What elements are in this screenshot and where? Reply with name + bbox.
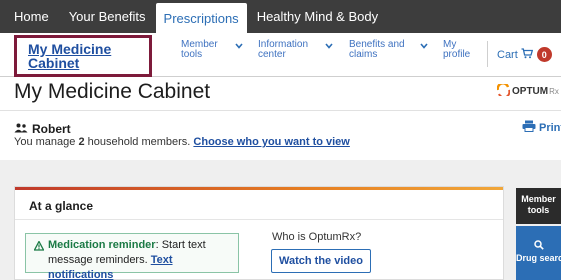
logo-text: OPTUM <box>512 86 549 97</box>
print-button[interactable]: Print <box>522 120 561 135</box>
tab-home[interactable]: Home <box>0 0 59 33</box>
page-title: My Medicine Cabinet <box>14 80 211 103</box>
member-tools-button[interactable]: Member tools <box>516 188 561 224</box>
sub-navigation: My Medicine Cabinet Member tools Informa… <box>0 33 561 77</box>
optum-logo-icon <box>496 82 511 99</box>
household-users-icon <box>14 122 32 136</box>
title-divider <box>0 110 561 111</box>
subnav-benefits-and-claims[interactable]: Benefits and claims <box>349 40 411 60</box>
who-is-optumrx-text: Who is OptumRx? <box>272 231 362 243</box>
card-accent-bar <box>15 187 503 190</box>
tab-healthy-mind-body[interactable]: Healthy Mind & Body <box>247 0 388 33</box>
my-medicine-cabinet-link[interactable]: My Medicine Cabinet <box>28 42 149 70</box>
subnav-my-profile[interactable]: My profile <box>443 40 477 60</box>
chevron-down-icon[interactable] <box>325 43 333 51</box>
drug-search-button[interactable]: Drug search <box>516 226 561 280</box>
household-text-suffix: household members. <box>84 136 194 148</box>
top-navigation: Home Your Benefits Prescriptions Healthy… <box>0 0 561 33</box>
watch-video-button[interactable]: Watch the video <box>271 249 371 273</box>
household-summary: You manage 2 household members. Choose w… <box>14 136 350 148</box>
search-icon <box>516 240 561 250</box>
optumrx-logo: OPTUM Rx <box>496 82 559 99</box>
bell-warning-icon <box>33 240 45 256</box>
my-medicine-cabinet-highlight: My Medicine Cabinet <box>14 35 152 77</box>
drug-search-label: Drug search <box>516 253 561 263</box>
card-divider <box>15 219 503 220</box>
print-label: Print <box>539 121 561 134</box>
user-name: Robert <box>32 122 71 136</box>
subnav-member-tools[interactable]: Member tools <box>181 40 233 60</box>
at-a-glance-title: At a glance <box>29 199 94 213</box>
medication-reminder-panel: Medication reminder: Start text message … <box>25 233 239 280</box>
printer-icon <box>522 120 539 135</box>
subnav-information-center[interactable]: Information center <box>258 40 320 60</box>
user-row: Robert <box>14 122 71 136</box>
household-text-prefix: You manage <box>14 136 79 148</box>
logo-suffix: Rx <box>549 87 559 96</box>
reminder-body: Medication reminder: Start text message … <box>36 238 232 280</box>
cart-count-badge: 0 <box>536 47 552 62</box>
subnav-divider <box>487 41 488 67</box>
chevron-down-icon[interactable] <box>235 43 243 51</box>
cart-button[interactable]: Cart 0 <box>497 47 552 62</box>
choose-member-link[interactable]: Choose who you want to view <box>193 136 349 148</box>
chevron-down-icon[interactable] <box>420 43 428 51</box>
reminder-lead: Medication reminder <box>48 239 156 251</box>
cart-label: Cart <box>497 48 518 61</box>
tab-your-benefits[interactable]: Your Benefits <box>59 0 156 33</box>
tab-prescriptions[interactable]: Prescriptions <box>155 3 247 33</box>
at-a-glance-card: At a glance Medication reminder: Start t… <box>14 186 504 280</box>
cart-icon <box>521 47 533 62</box>
